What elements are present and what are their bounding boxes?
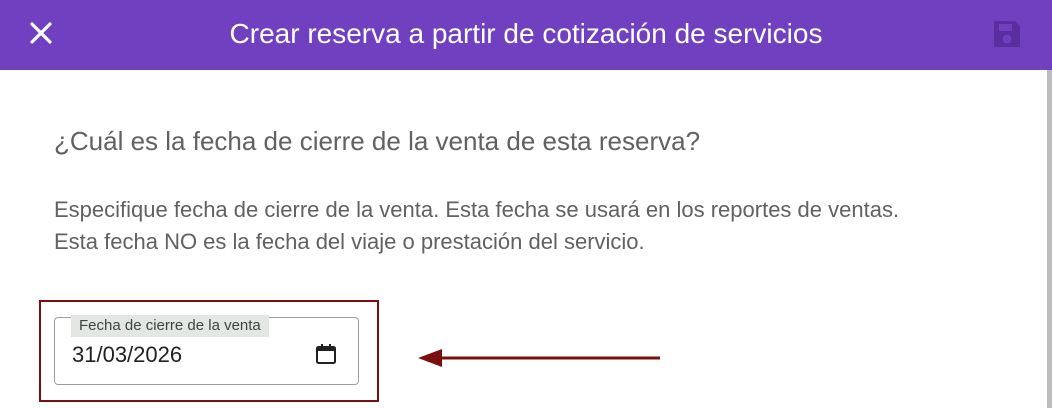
calendar-icon[interactable] xyxy=(314,342,338,366)
save-icon[interactable] xyxy=(990,17,1024,51)
background-strip xyxy=(1047,70,1052,408)
description-line-1: Especifique fecha de cierre de la venta.… xyxy=(54,197,900,222)
closing-date-label: Fecha de cierre de la venta xyxy=(71,315,269,337)
question-heading: ¿Cuál es la fecha de cierre de la venta … xyxy=(54,126,701,156)
closing-date-value[interactable]: 31/03/2026 xyxy=(72,340,182,370)
arrow-left-icon xyxy=(418,349,660,367)
dialog-header: Crear reserva a partir de cotización de … xyxy=(0,0,1052,70)
description-text: Especifique fecha de cierre de la venta.… xyxy=(54,194,984,258)
description-line-2: Esta fecha NO es la fecha del viaje o pr… xyxy=(54,229,645,254)
dialog-title: Crear reserva a partir de cotización de … xyxy=(229,18,823,49)
